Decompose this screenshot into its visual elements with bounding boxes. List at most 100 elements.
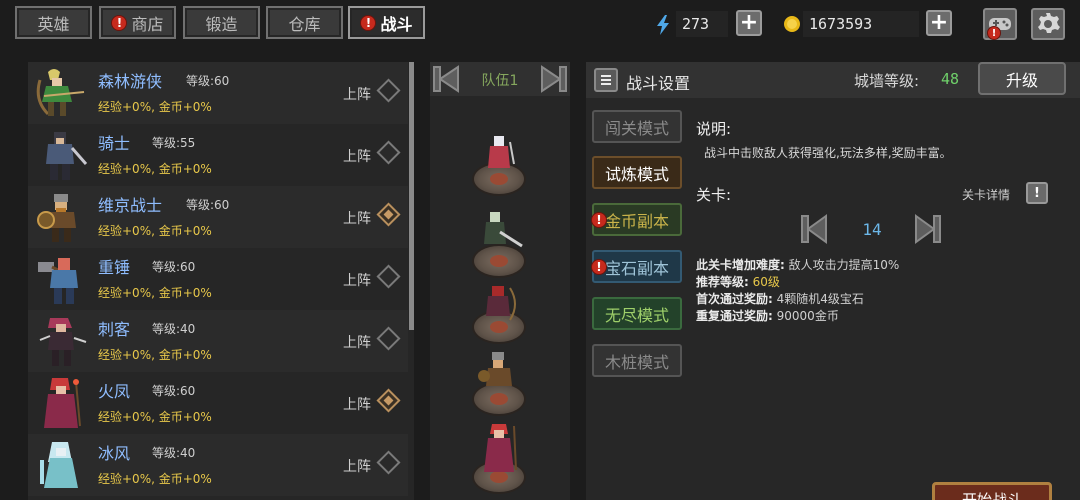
wall-level-label: 城墙等级:: [854, 72, 920, 90]
tab-forge[interactable]: 锻造: [183, 6, 260, 39]
mode-gem-dungeon-button[interactable]: ! 宝石副本: [591, 250, 682, 283]
difficulty-value: 敌人攻击力提高10%: [788, 258, 900, 272]
deploy-label: 上阵: [343, 149, 371, 165]
first-reward-label: 首次通过奖励:: [696, 292, 773, 306]
gold-counter: 1673593: [803, 11, 919, 37]
tab-label: 锻造: [205, 14, 238, 34]
mode-dummy-button[interactable]: 木桩模式: [592, 344, 682, 377]
hero-bonus: 经验+0%, 金币+0%: [98, 100, 212, 114]
mode-gold-dungeon-button[interactable]: ! 金币副本: [591, 203, 682, 236]
mode-label: 试炼模式: [604, 164, 669, 184]
battle-settings-panel: 战斗设置 城墙等级: 48 升级 闯关模式 试炼模式 ! 金币副本 ! 宝石副本…: [586, 62, 1080, 500]
deploy-toggle[interactable]: [376, 202, 401, 227]
hero-portrait-ice-wind: [40, 442, 78, 488]
alert-icon: !: [360, 14, 377, 31]
deploy-toggle[interactable]: [376, 388, 401, 413]
hero-level: 等级:40: [152, 322, 196, 336]
hero-name: 冰风: [98, 444, 131, 463]
team-hero-sprite: [486, 286, 516, 321]
deploy-label: 上阵: [343, 87, 371, 103]
deploy-toggle[interactable]: [376, 264, 401, 289]
team-hero-sprite: [488, 136, 515, 168]
hero-portrait-assassin: [39, 318, 87, 366]
difficulty-info: 此关卡增加难度: 敌人攻击力提高10%: [696, 256, 899, 273]
upgrade-label: 升级: [1005, 70, 1038, 90]
recommended-level-info: 推荐等级: 60级: [696, 273, 780, 290]
upgrade-button[interactable]: 升级: [978, 62, 1066, 95]
gear-icon: [1038, 13, 1060, 33]
alert-icon: !: [591, 259, 607, 275]
mode-label: 闯关模式: [604, 118, 669, 138]
next-stage-arrow-icon[interactable]: [912, 214, 942, 244]
tab-battle[interactable]: ! 战斗: [348, 6, 425, 39]
hero-bonus: 经验+0%, 金币+0%: [98, 348, 212, 362]
recommended-level-label: 推荐等级:: [696, 275, 749, 289]
team-hero-sprite: [478, 352, 512, 386]
hero-bonus: 经验+0%, 金币+0%: [98, 286, 212, 300]
hero-row[interactable]: 刺客 等级:40 经验+0%, 金币+0% 上阵: [28, 310, 408, 372]
next-team-arrow-icon[interactable]: [538, 65, 568, 93]
gamepad-button[interactable]: !: [983, 8, 1017, 40]
start-battle-button[interactable]: 开始战斗: [932, 482, 1052, 500]
hero-portrait-forest-ranger: [36, 69, 85, 116]
tab-label: 仓库: [288, 14, 321, 34]
first-reward-value: 4颗随机4级宝石: [776, 292, 864, 306]
hero-row[interactable]: 骑士 等级:55 经验+0%, 金币+0% 上阵: [28, 124, 408, 186]
hero-name: 骑士: [98, 134, 131, 153]
hero-list-scrollbar[interactable]: [409, 62, 414, 330]
add-energy-button[interactable]: +: [736, 10, 762, 36]
hero-name: 火凤: [98, 382, 131, 401]
hero-level: 等级:55: [152, 136, 196, 150]
mode-label: 宝石副本: [604, 258, 669, 278]
prev-team-arrow-icon[interactable]: [432, 65, 462, 93]
tab-label: 英雄: [37, 14, 70, 34]
energy-value: 273: [682, 15, 710, 33]
stage-detail-button[interactable]: !: [1026, 182, 1048, 204]
alert-icon: !: [111, 14, 128, 31]
hero-name: 森林游侠: [98, 72, 163, 91]
menu-icon[interactable]: [594, 68, 618, 92]
add-gold-button[interactable]: +: [926, 10, 952, 36]
mode-trial-button[interactable]: 试炼模式: [592, 156, 682, 189]
tab-heroes[interactable]: 英雄: [15, 6, 92, 39]
hero-portrait-viking: [37, 194, 76, 242]
hero-bonus: 经验+0%, 金币+0%: [98, 224, 212, 238]
tab-warehouse[interactable]: 仓库: [266, 6, 343, 39]
recommended-level-value: 60级: [752, 275, 780, 289]
deploy-toggle[interactable]: [376, 326, 401, 351]
hero-row[interactable]: 重锤 等级:60 经验+0%, 金币+0% 上阵: [28, 248, 408, 310]
hero-level: 等级:40: [152, 446, 196, 460]
deploy-toggle[interactable]: [376, 140, 401, 165]
hero-portrait-knight: [46, 132, 88, 180]
prev-stage-arrow-icon[interactable]: [800, 214, 830, 244]
settings-button[interactable]: [1031, 8, 1065, 40]
hero-bonus: 经验+0%, 金币+0%: [98, 410, 212, 424]
deploy-toggle[interactable]: [376, 78, 401, 103]
deploy-label: 上阵: [343, 335, 371, 351]
hero-name: 刺客: [98, 320, 131, 339]
hero-row[interactable]: 维京战士 等级:60 经验+0%, 金币+0% 上阵: [28, 186, 408, 248]
hero-bonus: 经验+0%, 金币+0%: [98, 472, 212, 486]
deploy-toggle[interactable]: [376, 450, 401, 475]
team-hero-sprite: [484, 212, 523, 248]
first-reward-info: 首次通过奖励: 4颗随机4级宝石: [696, 290, 864, 307]
settings-title: 战斗设置: [626, 74, 691, 93]
hero-row[interactable]: 冰风 等级:40 经验+0%, 金币+0% 上阵: [28, 434, 408, 496]
hero-name: 重锤: [98, 258, 131, 277]
tab-shop[interactable]: ! 商店: [99, 6, 176, 39]
wall-level-value: 48: [941, 70, 960, 88]
alert-icon: !: [987, 26, 1001, 40]
mode-stage-button[interactable]: 闯关模式: [592, 110, 682, 143]
mode-endless-button[interactable]: 无尽模式: [592, 297, 682, 330]
alert-icon: !: [591, 212, 607, 228]
repeat-reward-value: 90000金币: [776, 309, 839, 323]
hero-row[interactable]: 森林游侠 等级:60 经验+0%, 金币+0% 上阵: [28, 62, 408, 124]
hero-list[interactable]: 森林游侠 等级:60 经验+0%, 金币+0% 上阵 骑士 等级:55 经验+0…: [28, 62, 414, 500]
stage-label: 关卡:: [696, 186, 732, 204]
tab-label: 战斗: [380, 14, 413, 34]
hero-row[interactable]: 火凤 等级:60 经验+0%, 金币+0% 上阵: [28, 372, 408, 434]
settings-header: 战斗设置 城墙等级: 48 升级: [586, 62, 1080, 98]
hero-level: 等级:60: [152, 384, 196, 398]
deploy-label: 上阵: [343, 211, 371, 227]
deploy-label: 上阵: [343, 397, 371, 413]
